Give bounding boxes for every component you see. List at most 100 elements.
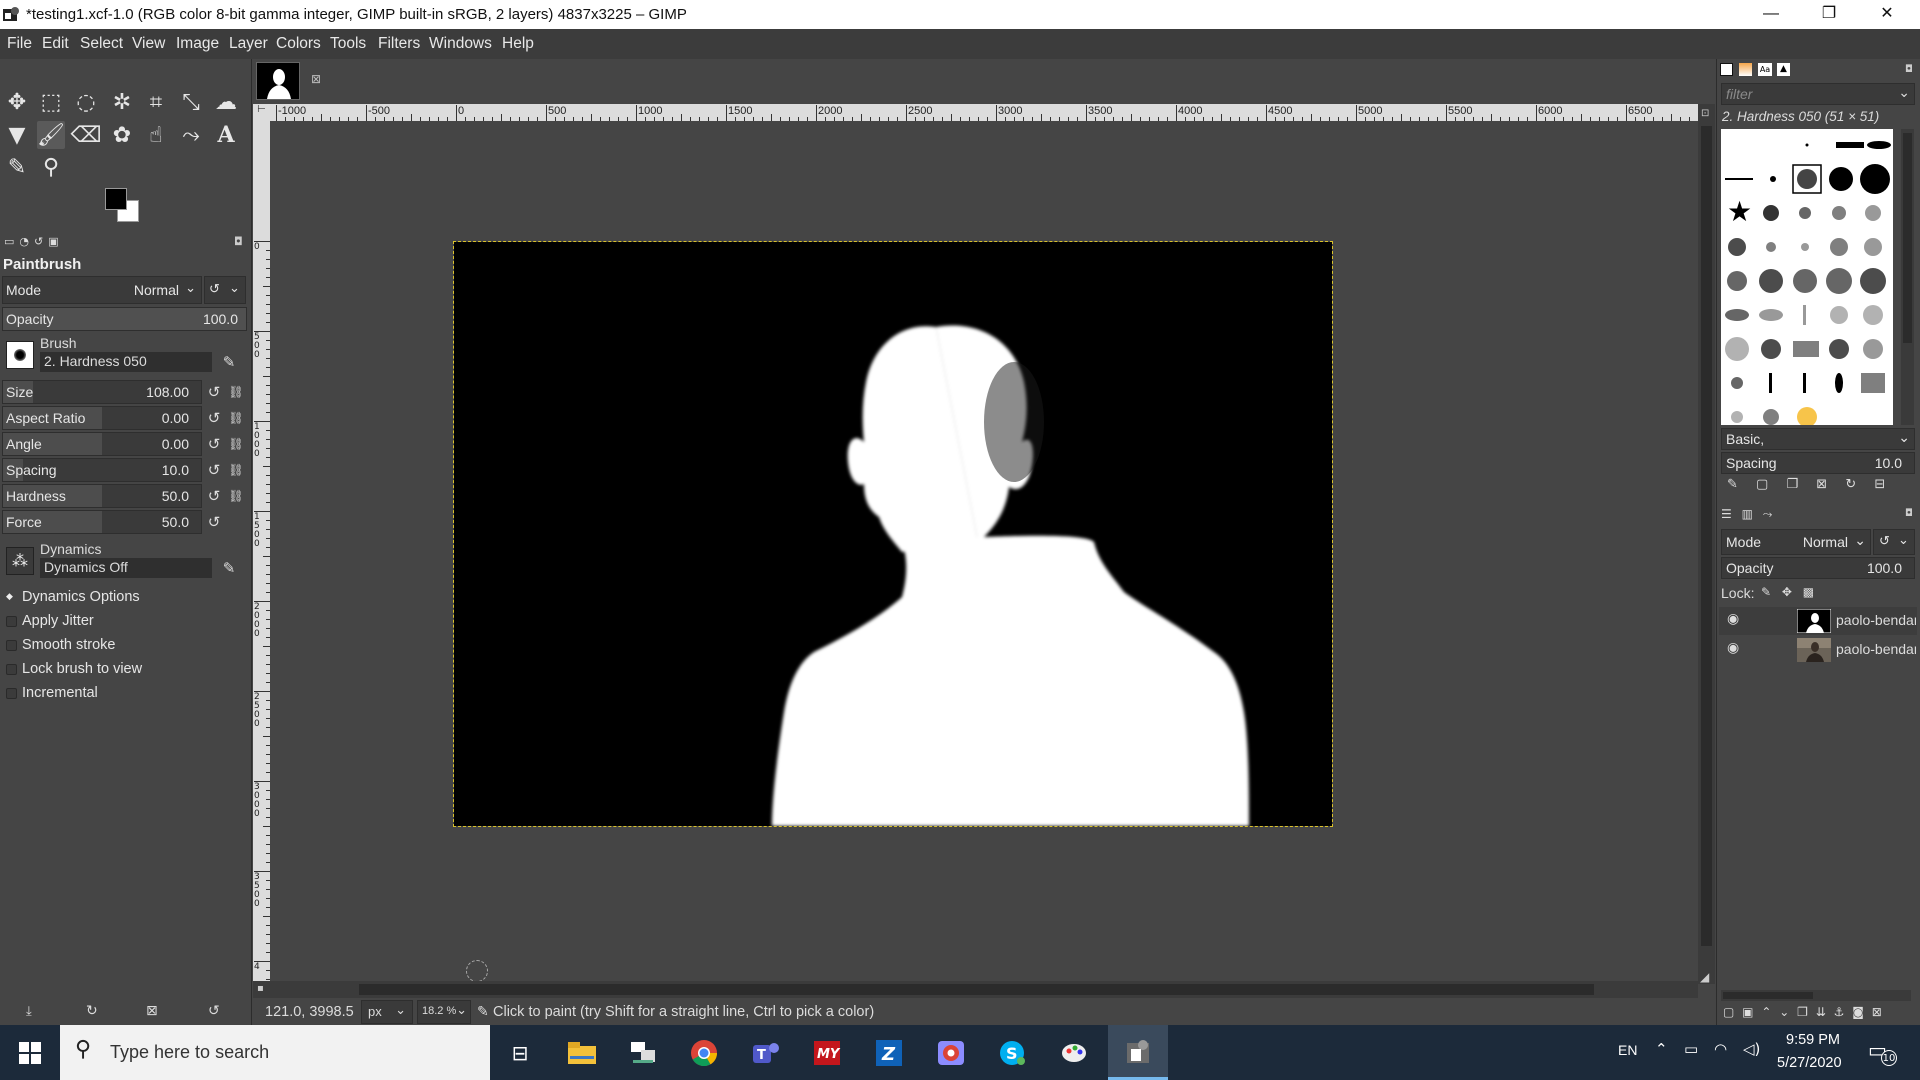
image-tab[interactable] xyxy=(256,62,300,100)
dynamics-preview-button[interactable]: ⁂ xyxy=(6,547,34,575)
edit-brush-icon[interactable]: ✎ xyxy=(1727,477,1738,492)
menu-file[interactable]: File xyxy=(7,35,32,53)
wifi-icon[interactable]: ◠ xyxy=(1714,1040,1727,1058)
fonts-tab-icon[interactable]: Aa xyxy=(1758,63,1772,76)
reset-icon[interactable]: ↺ xyxy=(204,484,224,508)
smooth-stroke-checkbox[interactable] xyxy=(6,640,17,651)
dynamics-options-expander[interactable]: Dynamics Options xyxy=(22,589,140,605)
spacing-slider[interactable]: Spacing 10.0 xyxy=(2,458,202,482)
brush-dock-tabs[interactable]: Aa ▲ xyxy=(1720,63,1790,77)
menu-filters[interactable]: Filters xyxy=(378,35,420,53)
language-indicator[interactable]: EN xyxy=(1618,1042,1637,1058)
new-group-icon[interactable]: ▣ xyxy=(1742,1005,1753,1019)
layers-tab-icon[interactable]: ☰ xyxy=(1721,507,1732,521)
color-picker-tool-icon[interactable]: ✎ xyxy=(3,153,31,181)
layers-scroll-thumb[interactable] xyxy=(1723,992,1813,999)
action-center-button[interactable]: ▭ 10 xyxy=(1866,1037,1897,1067)
brush-name-field[interactable]: 2. Hardness 050 xyxy=(40,352,212,372)
menu-image[interactable]: Image xyxy=(176,35,219,53)
eye-icon[interactable]: ◉ xyxy=(1727,611,1739,627)
chain-link-icon[interactable]: ⛓ xyxy=(226,458,246,482)
chain-link-icon[interactable]: ⛓ xyxy=(226,432,246,456)
merge-layer-icon[interactable]: ⇊ xyxy=(1816,1005,1826,1019)
menu-help[interactable]: Help xyxy=(502,35,534,53)
delete-options-icon[interactable]: ⊠ xyxy=(146,1003,158,1019)
raise-layer-icon[interactable]: ⌃ xyxy=(1761,1005,1771,1019)
new-layer-icon[interactable]: ▢ xyxy=(1723,1005,1734,1019)
edit-dynamics-icon[interactable]: ✎ xyxy=(219,556,239,580)
edit-brush-icon[interactable]: ✎ xyxy=(219,350,239,374)
brush-preset-select[interactable]: Basic, ⌄ xyxy=(1721,428,1915,450)
start-button[interactable] xyxy=(0,1025,60,1080)
file-explorer-button[interactable] xyxy=(552,1025,612,1080)
force-slider[interactable]: Force 50.0 xyxy=(2,510,202,534)
battery-icon[interactable]: ▭ xyxy=(1684,1040,1698,1058)
hardness-slider[interactable]: Hardness 50.0 xyxy=(2,484,202,508)
new-brush-icon[interactable]: ▢ xyxy=(1756,477,1768,492)
foreground-color[interactable] xyxy=(105,188,127,210)
crop-tool-icon[interactable]: ⌗ xyxy=(142,88,170,116)
paintbrush-tool-icon[interactable]: 🖌 xyxy=(37,121,65,149)
brush-grid-scrollbar[interactable] xyxy=(1901,129,1914,425)
layers-h-scrollbar[interactable] xyxy=(1721,990,1911,1001)
chrome-profile-button[interactable] xyxy=(921,1025,981,1080)
close-button[interactable]: ✕ xyxy=(1858,0,1916,29)
delete-brush-icon[interactable]: ⊠ xyxy=(1816,477,1827,492)
tool-presets-tab-icon[interactable]: ▲ xyxy=(1777,63,1790,76)
panel-config-icon[interactable]: ◘ xyxy=(234,235,243,248)
paths-tool-icon[interactable]: ⤳ xyxy=(177,121,205,149)
brushes-tab-icon[interactable] xyxy=(1720,63,1733,76)
menu-tools[interactable]: Tools xyxy=(330,35,366,53)
clone-tool-icon[interactable]: ✿ xyxy=(108,121,136,149)
reset-options-icon[interactable]: ↺ xyxy=(208,1003,220,1019)
smudge-tool-icon[interactable]: ☝ xyxy=(142,121,170,149)
tool-options-tabs[interactable]: ▭◔↺▣ xyxy=(4,235,84,249)
lock-alpha-icon[interactable]: ▩ xyxy=(1803,585,1814,599)
menu-edit[interactable]: Edit xyxy=(42,35,69,53)
menu-layer[interactable]: Layer xyxy=(229,35,268,53)
reset-icon[interactable]: ↺ xyxy=(204,406,224,430)
apply-jitter-label[interactable]: Apply Jitter xyxy=(22,613,94,629)
clock-date[interactable]: 5/27/2020 xyxy=(1777,1055,1842,1071)
maximize-button[interactable]: ❐ xyxy=(1800,0,1858,29)
bucket-fill-tool-icon[interactable]: ▼ xyxy=(3,121,31,149)
brush-grid-scroll-thumb[interactable] xyxy=(1903,133,1912,343)
lower-layer-icon[interactable]: ⌄ xyxy=(1779,1005,1789,1019)
fuzzy-select-tool-icon[interactable]: ✲ xyxy=(108,88,136,116)
minimize-button[interactable]: — xyxy=(1742,0,1800,29)
menu-view[interactable]: View xyxy=(132,35,165,53)
menu-colors[interactable]: Colors xyxy=(276,35,321,53)
layer-opacity-slider[interactable]: Opacity 100.0 xyxy=(1721,557,1915,579)
layers-dock-config-icon[interactable]: ◘ xyxy=(1905,508,1913,519)
dynamics-name-field[interactable]: Dynamics Off xyxy=(40,558,212,578)
anchor-layer-icon[interactable]: ⚓ xyxy=(1834,1005,1845,1019)
smooth-stroke-label[interactable]: Smooth stroke xyxy=(22,637,116,653)
restore-options-icon[interactable]: ↻ xyxy=(86,1003,98,1019)
zoom-select[interactable]: 18.2 % ⌄ xyxy=(417,1000,471,1024)
duplicate-layer-icon[interactable]: ❐ xyxy=(1797,1005,1808,1019)
lock-position-icon[interactable]: ✥ xyxy=(1782,585,1792,599)
vertical-scrollbar[interactable]: ⊡ ◢ xyxy=(1698,104,1715,984)
menu-windows[interactable]: Windows xyxy=(429,35,492,53)
quick-mask-corner[interactable]: ⊢ xyxy=(253,104,270,121)
warp-tool-icon[interactable]: ☁ xyxy=(212,88,240,116)
chain-link-icon[interactable]: ⛓ xyxy=(226,484,246,508)
brush-preview-button[interactable] xyxy=(6,341,34,369)
expander-icon[interactable]: ◆ xyxy=(6,592,13,602)
channels-tab-icon[interactable]: ▥ xyxy=(1742,507,1753,521)
reset-icon[interactable]: ↺ xyxy=(204,432,224,456)
lock-pixels-icon[interactable]: ✎ xyxy=(1761,585,1771,599)
duplicate-brush-icon[interactable]: ❐ xyxy=(1786,477,1798,492)
skype-button[interactable]: S xyxy=(982,1025,1042,1080)
brush-filter-input[interactable]: filter ⌄ xyxy=(1721,83,1915,105)
opacity-slider[interactable]: Opacity 100.0 xyxy=(2,307,247,331)
padding-icon[interactable]: ▪ xyxy=(257,983,264,994)
unit-select[interactable]: px ⌄ xyxy=(361,1000,413,1024)
chain-link-icon[interactable]: ⛓ xyxy=(226,406,246,430)
zoom-toggle-icon[interactable]: ◢ xyxy=(1700,970,1709,984)
brush-spacing-slider[interactable]: Spacing 10.0 xyxy=(1721,452,1915,474)
taskbar-search-box[interactable]: ⚲ Type here to search xyxy=(60,1025,490,1080)
gimp-taskbar-button[interactable] xyxy=(1108,1025,1168,1080)
teams-button[interactable]: T xyxy=(736,1025,796,1080)
horizontal-scrollbar[interactable]: ▪ xyxy=(253,981,1698,998)
